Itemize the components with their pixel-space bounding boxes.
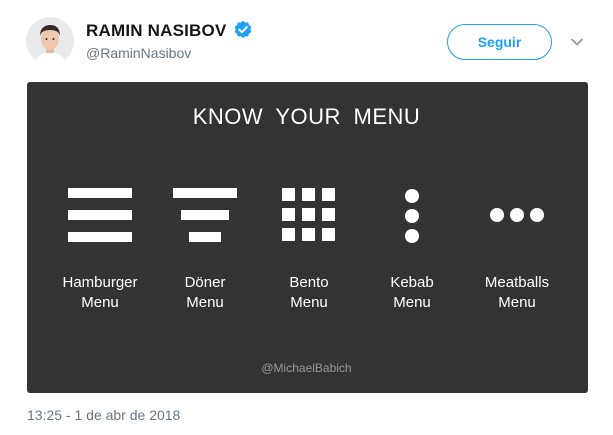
bento-menu-label: Bento Menu [249, 273, 369, 313]
author-name[interactable]: RAMIN NASIBOV [86, 21, 227, 41]
avatar-photo [26, 17, 74, 65]
menu-label-line: Bento [289, 274, 329, 291]
doner-menu-label: Döner Menu [145, 273, 265, 313]
bento-menu-icon [282, 188, 335, 241]
chevron-down-icon[interactable] [569, 36, 585, 48]
kebab-menu-label: Kebab Menu [352, 273, 472, 313]
tweet-timestamp[interactable]: 13:25 - 1 de abr de 2018 [27, 407, 180, 423]
menu-label-line: Menu [186, 294, 224, 311]
menu-label-line: Menu [290, 294, 328, 311]
menu-label-line: Menu [81, 294, 119, 311]
hamburger-menu-icon [68, 188, 132, 242]
menu-label-line: Menu [393, 294, 431, 311]
avatar[interactable] [26, 17, 74, 65]
author-handle[interactable]: @RaminNasibov [86, 45, 191, 61]
menu-label-line: Döner [184, 274, 226, 291]
follow-button[interactable]: Seguir [447, 24, 552, 60]
tweet: RAMIN NASIBOV @RaminNasibov Seguir KNOW … [0, 0, 613, 435]
menu-label-line: Meatballs [484, 274, 550, 291]
kebab-menu-icon [405, 189, 419, 243]
hamburger-menu-label: Hamburger Menu [40, 273, 160, 313]
menu-label-line: Hamburger [62, 274, 138, 291]
menu-label-line: Kebab [390, 274, 434, 291]
menu-label-line: Menu [498, 294, 536, 311]
media-credit: @MichaelBabich [261, 361, 352, 375]
media-title: KNOW YOUR MENU [192, 104, 421, 129]
meatballs-menu-icon [490, 208, 544, 222]
meatballs-menu-label: Meatballs Menu [457, 273, 577, 313]
doner-menu-icon [173, 188, 237, 242]
verified-badge-icon [234, 20, 252, 38]
